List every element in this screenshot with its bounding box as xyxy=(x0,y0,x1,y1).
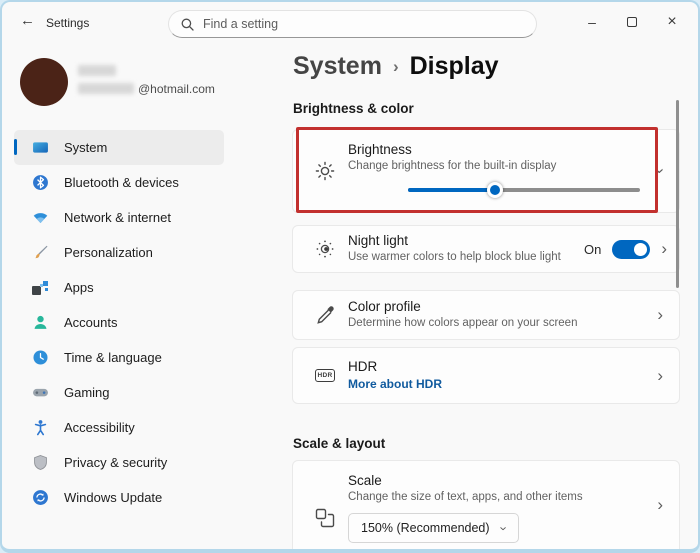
breadcrumb-separator-icon: › xyxy=(392,57,399,76)
sidebar-item-label: System xyxy=(64,140,108,155)
shield-icon xyxy=(32,454,49,471)
brightness-title: Brightness xyxy=(348,142,412,157)
back-icon[interactable]: ← xyxy=(20,12,35,29)
scale-card[interactable]: Scale Change the size of text, apps, and… xyxy=(292,460,680,549)
search-icon xyxy=(181,18,194,31)
sidebar-item-time-language[interactable]: Time & language xyxy=(14,340,224,375)
page-title: Display xyxy=(409,52,499,80)
maximize-icon xyxy=(627,17,637,27)
sidebar-item-accounts[interactable]: Accounts xyxy=(14,305,224,340)
user-email: @hotmail.com xyxy=(138,82,215,96)
hdr-badge-icon: HDR xyxy=(312,363,338,389)
section-brightness-color: Brightness & color xyxy=(293,101,414,116)
wifi-icon xyxy=(32,209,49,226)
scale-subtitle: Change the size of text, apps, and other… xyxy=(348,491,583,503)
sidebar: @hotmail.com System Bluetooth & devices … xyxy=(12,46,280,549)
sidebar-item-label: Windows Update xyxy=(64,490,163,505)
sidebar-item-gaming[interactable]: Gaming xyxy=(14,375,224,410)
chevron-down-icon[interactable]: › xyxy=(650,168,670,174)
apps-grid-icon xyxy=(32,280,49,296)
brightness-slider-thumb[interactable] xyxy=(486,182,503,198)
sidebar-item-privacy-security[interactable]: Privacy & security xyxy=(14,445,224,480)
blurred-email-prefix xyxy=(78,83,134,94)
chevron-right-icon[interactable]: › xyxy=(657,305,663,325)
bluetooth-icon xyxy=(32,174,49,191)
sidebar-item-label: Accessibility xyxy=(64,420,135,435)
app-title: Settings xyxy=(46,16,90,30)
main-content: System › Display Brightness & color Brig… xyxy=(292,46,680,549)
vertical-scrollbar[interactable] xyxy=(676,100,679,288)
breadcrumb-parent[interactable]: System xyxy=(293,52,382,81)
color-profile-card[interactable]: Color profile Determine how colors appea… xyxy=(292,290,680,340)
maximize-button[interactable] xyxy=(612,8,652,36)
night-light-subtitle: Use warmer colors to help block blue lig… xyxy=(348,251,561,263)
sidebar-item-windows-update[interactable]: Windows Update xyxy=(14,480,224,515)
brightness-slider-fill xyxy=(408,182,503,198)
chevron-down-icon: › xyxy=(496,525,512,531)
close-button[interactable]: × xyxy=(652,8,692,36)
night-light-controls: On › xyxy=(584,239,667,259)
sidebar-item-label: Bluetooth & devices xyxy=(64,175,179,190)
sidebar-item-network-internet[interactable]: Network & internet xyxy=(14,200,224,235)
scale-dropdown-value: 150% (Recommended) xyxy=(361,521,490,535)
window-controls: – × xyxy=(572,8,692,36)
avatar[interactable] xyxy=(20,58,68,106)
sidebar-item-accessibility[interactable]: Accessibility xyxy=(14,410,224,445)
color-profile-title: Color profile xyxy=(348,299,421,314)
night-light-toggle[interactable] xyxy=(612,239,651,259)
scale-title: Scale xyxy=(348,473,382,488)
sidebar-item-label: Apps xyxy=(64,280,94,295)
scale-dropdown[interactable]: 150% (Recommended) › xyxy=(348,513,519,543)
sidebar-nav: System Bluetooth & devices Network & int… xyxy=(14,130,224,515)
sidebar-item-label: Accounts xyxy=(64,315,118,330)
brightness-card[interactable]: Brightness Change brightness for the bui… xyxy=(292,129,680,213)
brightness-sun-icon xyxy=(312,158,338,184)
sidebar-item-label: Gaming xyxy=(64,385,110,400)
brightness-slider[interactable] xyxy=(408,182,640,198)
section-scale-layout: Scale & layout xyxy=(293,436,386,451)
accessibility-person-icon xyxy=(32,419,49,436)
paintbrush-icon xyxy=(32,244,49,261)
blurred-user-name xyxy=(78,65,116,76)
system-monitor-icon xyxy=(32,139,49,156)
gamepad-icon xyxy=(32,384,49,401)
sidebar-item-bluetooth-devices[interactable]: Bluetooth & devices xyxy=(14,165,224,200)
scale-text: Scale Change the size of text, apps, and… xyxy=(348,473,583,503)
night-light-text: Night light Use warmer colors to help bl… xyxy=(348,233,561,263)
sidebar-item-personalization[interactable]: Personalization xyxy=(14,235,224,270)
chevron-right-icon[interactable]: › xyxy=(657,366,663,386)
sidebar-item-label: Time & language xyxy=(64,350,162,365)
brightness-text: Brightness Change brightness for the bui… xyxy=(348,142,556,172)
toggle-knob xyxy=(634,242,648,256)
hdr-text: HDR More about HDR xyxy=(348,359,442,391)
clock-globe-icon xyxy=(32,349,49,366)
search-input[interactable] xyxy=(203,17,524,31)
toggle-state-label: On xyxy=(583,241,602,257)
night-light-card[interactable]: Night light Use warmer colors to help bl… xyxy=(292,225,680,273)
breadcrumb: System › Display xyxy=(293,52,499,81)
brightness-subtitle: Change brightness for the built-in displ… xyxy=(348,160,557,172)
night-light-title: Night light xyxy=(348,233,409,248)
sidebar-item-label: Privacy & security xyxy=(64,455,168,470)
chevron-right-icon[interactable]: › xyxy=(661,239,667,259)
sidebar-item-label: Network & internet xyxy=(64,210,171,225)
search-box[interactable] xyxy=(168,10,537,38)
eyedropper-icon xyxy=(312,302,338,328)
settings-window: ← Settings – × @hotmail.com System xyxy=(0,0,700,553)
color-profile-text: Color profile Determine how colors appea… xyxy=(348,299,577,329)
person-icon xyxy=(32,314,49,331)
hdr-more-link[interactable]: More about HDR xyxy=(348,377,442,391)
chevron-right-icon[interactable]: › xyxy=(657,495,663,515)
update-arrows-icon xyxy=(32,489,49,506)
sidebar-item-apps[interactable]: Apps xyxy=(14,270,224,305)
sidebar-item-label: Personalization xyxy=(64,245,153,260)
titlebar: ← Settings – × xyxy=(2,2,698,46)
minimize-button[interactable]: – xyxy=(572,8,612,36)
color-profile-subtitle: Determine how colors appear on your scre… xyxy=(348,317,578,329)
scale-icon xyxy=(312,505,338,531)
hdr-title: HDR xyxy=(348,359,378,374)
night-light-icon xyxy=(312,236,338,262)
hdr-card[interactable]: HDR HDR More about HDR › xyxy=(292,347,680,404)
sidebar-item-system[interactable]: System xyxy=(14,130,224,165)
